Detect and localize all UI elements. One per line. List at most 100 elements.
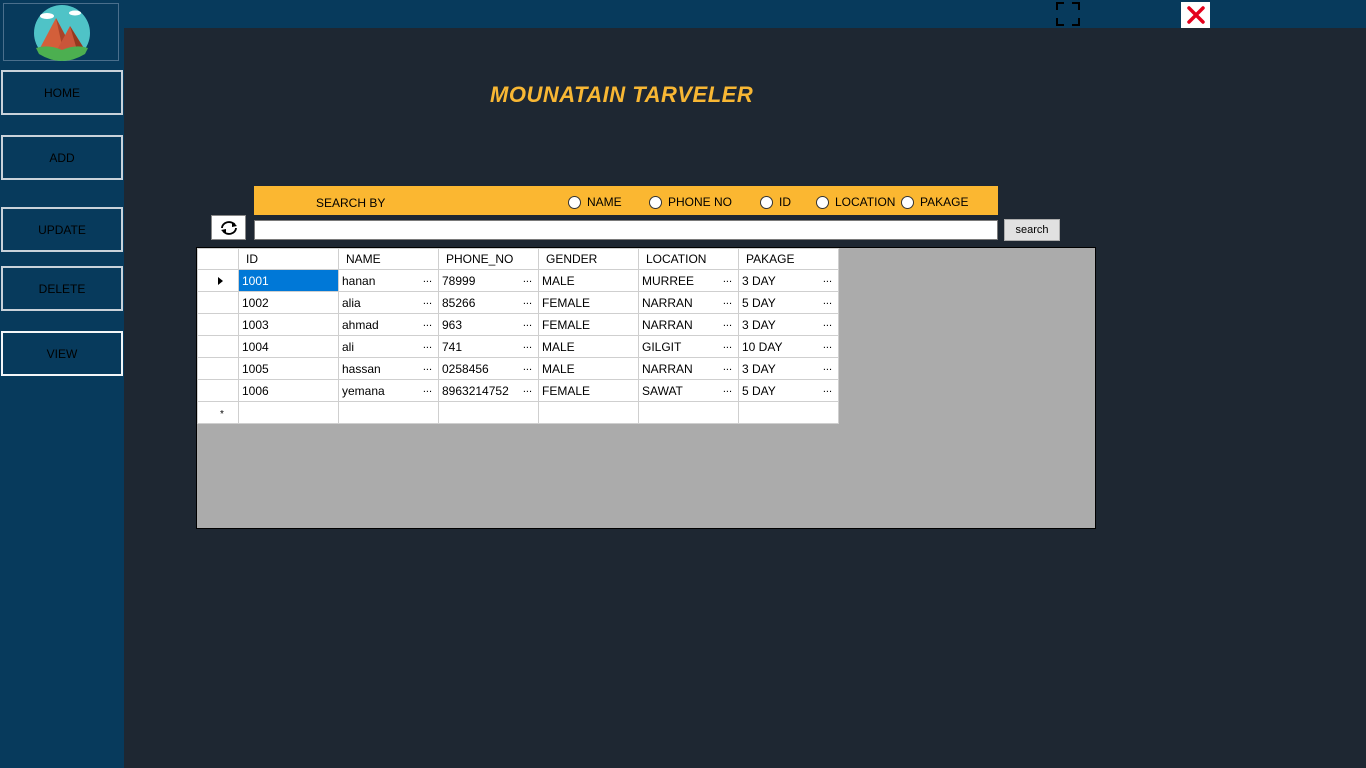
table-cell-pakage[interactable]: 3 DAY... <box>738 269 839 292</box>
table-cell-empty[interactable] <box>538 401 639 424</box>
table-cell-phone-no[interactable]: 78999... <box>438 269 539 292</box>
cell-ellipsis-button[interactable]: ... <box>423 383 432 395</box>
radio-id-circle[interactable] <box>760 195 773 209</box>
table-cell-gender[interactable]: FEMALE <box>538 291 639 314</box>
radio-phone-no[interactable]: PHONE NO <box>649 195 732 209</box>
cell-ellipsis-button[interactable]: ... <box>723 273 732 285</box>
cell-ellipsis-button[interactable]: ... <box>523 317 532 329</box>
cell-ellipsis-button[interactable]: ... <box>823 339 832 351</box>
row-header[interactable] <box>197 335 239 358</box>
cell-ellipsis-button[interactable]: ... <box>723 339 732 351</box>
radio-name-circle[interactable] <box>568 195 581 209</box>
table-cell-phone-no[interactable]: 963... <box>438 313 539 336</box>
column-header-gender[interactable]: GENDER <box>538 248 639 270</box>
table-cell-name[interactable]: hanan... <box>338 269 439 292</box>
table-row[interactable]: 1005 hassan... 0258456... MALE NARRAN... 3 DA… <box>197 357 839 380</box>
cell-ellipsis-button[interactable]: ... <box>823 383 832 395</box>
radio-location[interactable]: LOCATION <box>816 195 895 209</box>
row-header[interactable]: * <box>197 401 239 424</box>
fullscreen-icon[interactable] <box>1056 2 1080 26</box>
table-cell-name[interactable]: hassan... <box>338 357 439 380</box>
delete-button[interactable]: DELETE <box>1 266 123 311</box>
column-header-id[interactable]: ID <box>238 248 339 270</box>
table-cell-location[interactable]: MURREE... <box>638 269 739 292</box>
row-header[interactable] <box>197 291 239 314</box>
data-grid[interactable]: ID NAME PHONE_NO GENDER LOCATION PAKAGE … <box>196 247 1096 529</box>
table-cell-empty[interactable] <box>638 401 739 424</box>
table-cell-pakage[interactable]: 3 DAY... <box>738 313 839 336</box>
table-cell-name[interactable]: yemana... <box>338 379 439 402</box>
cell-ellipsis-button[interactable]: ... <box>823 317 832 329</box>
cell-ellipsis-button[interactable]: ... <box>523 295 532 307</box>
cell-ellipsis-button[interactable]: ... <box>523 339 532 351</box>
table-cell-id[interactable]: 1006 <box>238 379 339 402</box>
table-cell-phone-no[interactable]: 741... <box>438 335 539 358</box>
radio-name[interactable]: NAME <box>568 195 622 209</box>
table-row[interactable]: 1003 ahmad... 963... FEMALE NARRAN... 3 DAY..… <box>197 313 839 336</box>
cell-ellipsis-button[interactable]: ... <box>723 361 732 373</box>
refresh-button[interactable] <box>211 215 246 240</box>
table-row[interactable]: 1004 ali... 741... MALE GILGIT... 10 DAY... <box>197 335 839 358</box>
table-cell-location[interactable]: NARRAN... <box>638 357 739 380</box>
table-row[interactable]: 1001 hanan... 78999... MALE MURREE... 3 DAY..… <box>197 269 839 292</box>
table-cell-id[interactable]: 1005 <box>238 357 339 380</box>
table-cell-id[interactable]: 1004 <box>238 335 339 358</box>
cell-ellipsis-button[interactable]: ... <box>523 383 532 395</box>
table-cell-phone-no[interactable]: 0258456... <box>438 357 539 380</box>
cell-ellipsis-button[interactable]: ... <box>823 295 832 307</box>
column-header-pakage[interactable]: PAKAGE <box>738 248 839 270</box>
radio-pakage[interactable]: PAKAGE <box>901 195 968 209</box>
add-button[interactable]: ADD <box>1 135 123 180</box>
table-cell-id[interactable]: 1002 <box>238 291 339 314</box>
radio-location-circle[interactable] <box>816 195 829 209</box>
row-header[interactable] <box>197 269 239 292</box>
table-cell-pakage[interactable]: 10 DAY... <box>738 335 839 358</box>
row-header[interactable] <box>197 379 239 402</box>
table-cell-location[interactable]: NARRAN... <box>638 313 739 336</box>
table-cell-gender[interactable]: MALE <box>538 357 639 380</box>
table-cell-pakage[interactable]: 5 DAY... <box>738 291 839 314</box>
home-button[interactable]: HOME <box>1 70 123 115</box>
table-cell-gender[interactable]: MALE <box>538 269 639 292</box>
view-button[interactable]: VIEW <box>1 331 123 376</box>
cell-ellipsis-button[interactable]: ... <box>723 317 732 329</box>
cell-ellipsis-button[interactable]: ... <box>523 361 532 373</box>
table-cell-location[interactable]: NARRAN... <box>638 291 739 314</box>
table-cell-id[interactable]: 1001 <box>238 269 339 292</box>
table-cell-name[interactable]: ahmad... <box>338 313 439 336</box>
column-header-phone-no[interactable]: PHONE_NO <box>438 248 539 270</box>
table-cell-location[interactable]: GILGIT... <box>638 335 739 358</box>
close-button[interactable] <box>1181 2 1210 28</box>
table-cell-empty[interactable] <box>238 401 339 424</box>
row-header[interactable] <box>197 313 239 336</box>
table-cell-gender[interactable]: FEMALE <box>538 313 639 336</box>
table-cell-gender[interactable]: FEMALE <box>538 379 639 402</box>
column-header-location[interactable]: LOCATION <box>638 248 739 270</box>
table-cell-location[interactable]: SAWAT... <box>638 379 739 402</box>
table-cell-phone-no[interactable]: 85266... <box>438 291 539 314</box>
cell-ellipsis-button[interactable]: ... <box>423 273 432 285</box>
cell-ellipsis-button[interactable]: ... <box>723 295 732 307</box>
table-cell-name[interactable]: ali... <box>338 335 439 358</box>
column-header-name[interactable]: NAME <box>338 248 439 270</box>
table-cell-name[interactable]: alia... <box>338 291 439 314</box>
cell-ellipsis-button[interactable]: ... <box>423 361 432 373</box>
search-input[interactable] <box>254 220 998 240</box>
radio-id[interactable]: ID <box>760 195 791 209</box>
table-cell-pakage[interactable]: 5 DAY... <box>738 379 839 402</box>
table-cell-empty[interactable] <box>438 401 539 424</box>
search-button[interactable]: search <box>1004 219 1060 241</box>
cell-ellipsis-button[interactable]: ... <box>523 273 532 285</box>
cell-ellipsis-button[interactable]: ... <box>823 273 832 285</box>
table-row[interactable]: 1002 alia... 85266... FEMALE NARRAN... 5 DAY.… <box>197 291 839 314</box>
cell-ellipsis-button[interactable]: ... <box>423 339 432 351</box>
update-button[interactable]: UPDATE <box>1 207 123 252</box>
table-cell-empty[interactable] <box>738 401 839 424</box>
cell-ellipsis-button[interactable]: ... <box>423 317 432 329</box>
radio-phone-no-circle[interactable] <box>649 195 662 209</box>
table-cell-pakage[interactable]: 3 DAY... <box>738 357 839 380</box>
cell-ellipsis-button[interactable]: ... <box>423 295 432 307</box>
radio-pakage-circle[interactable] <box>901 195 914 209</box>
table-cell-empty[interactable] <box>338 401 439 424</box>
row-header[interactable] <box>197 357 239 380</box>
